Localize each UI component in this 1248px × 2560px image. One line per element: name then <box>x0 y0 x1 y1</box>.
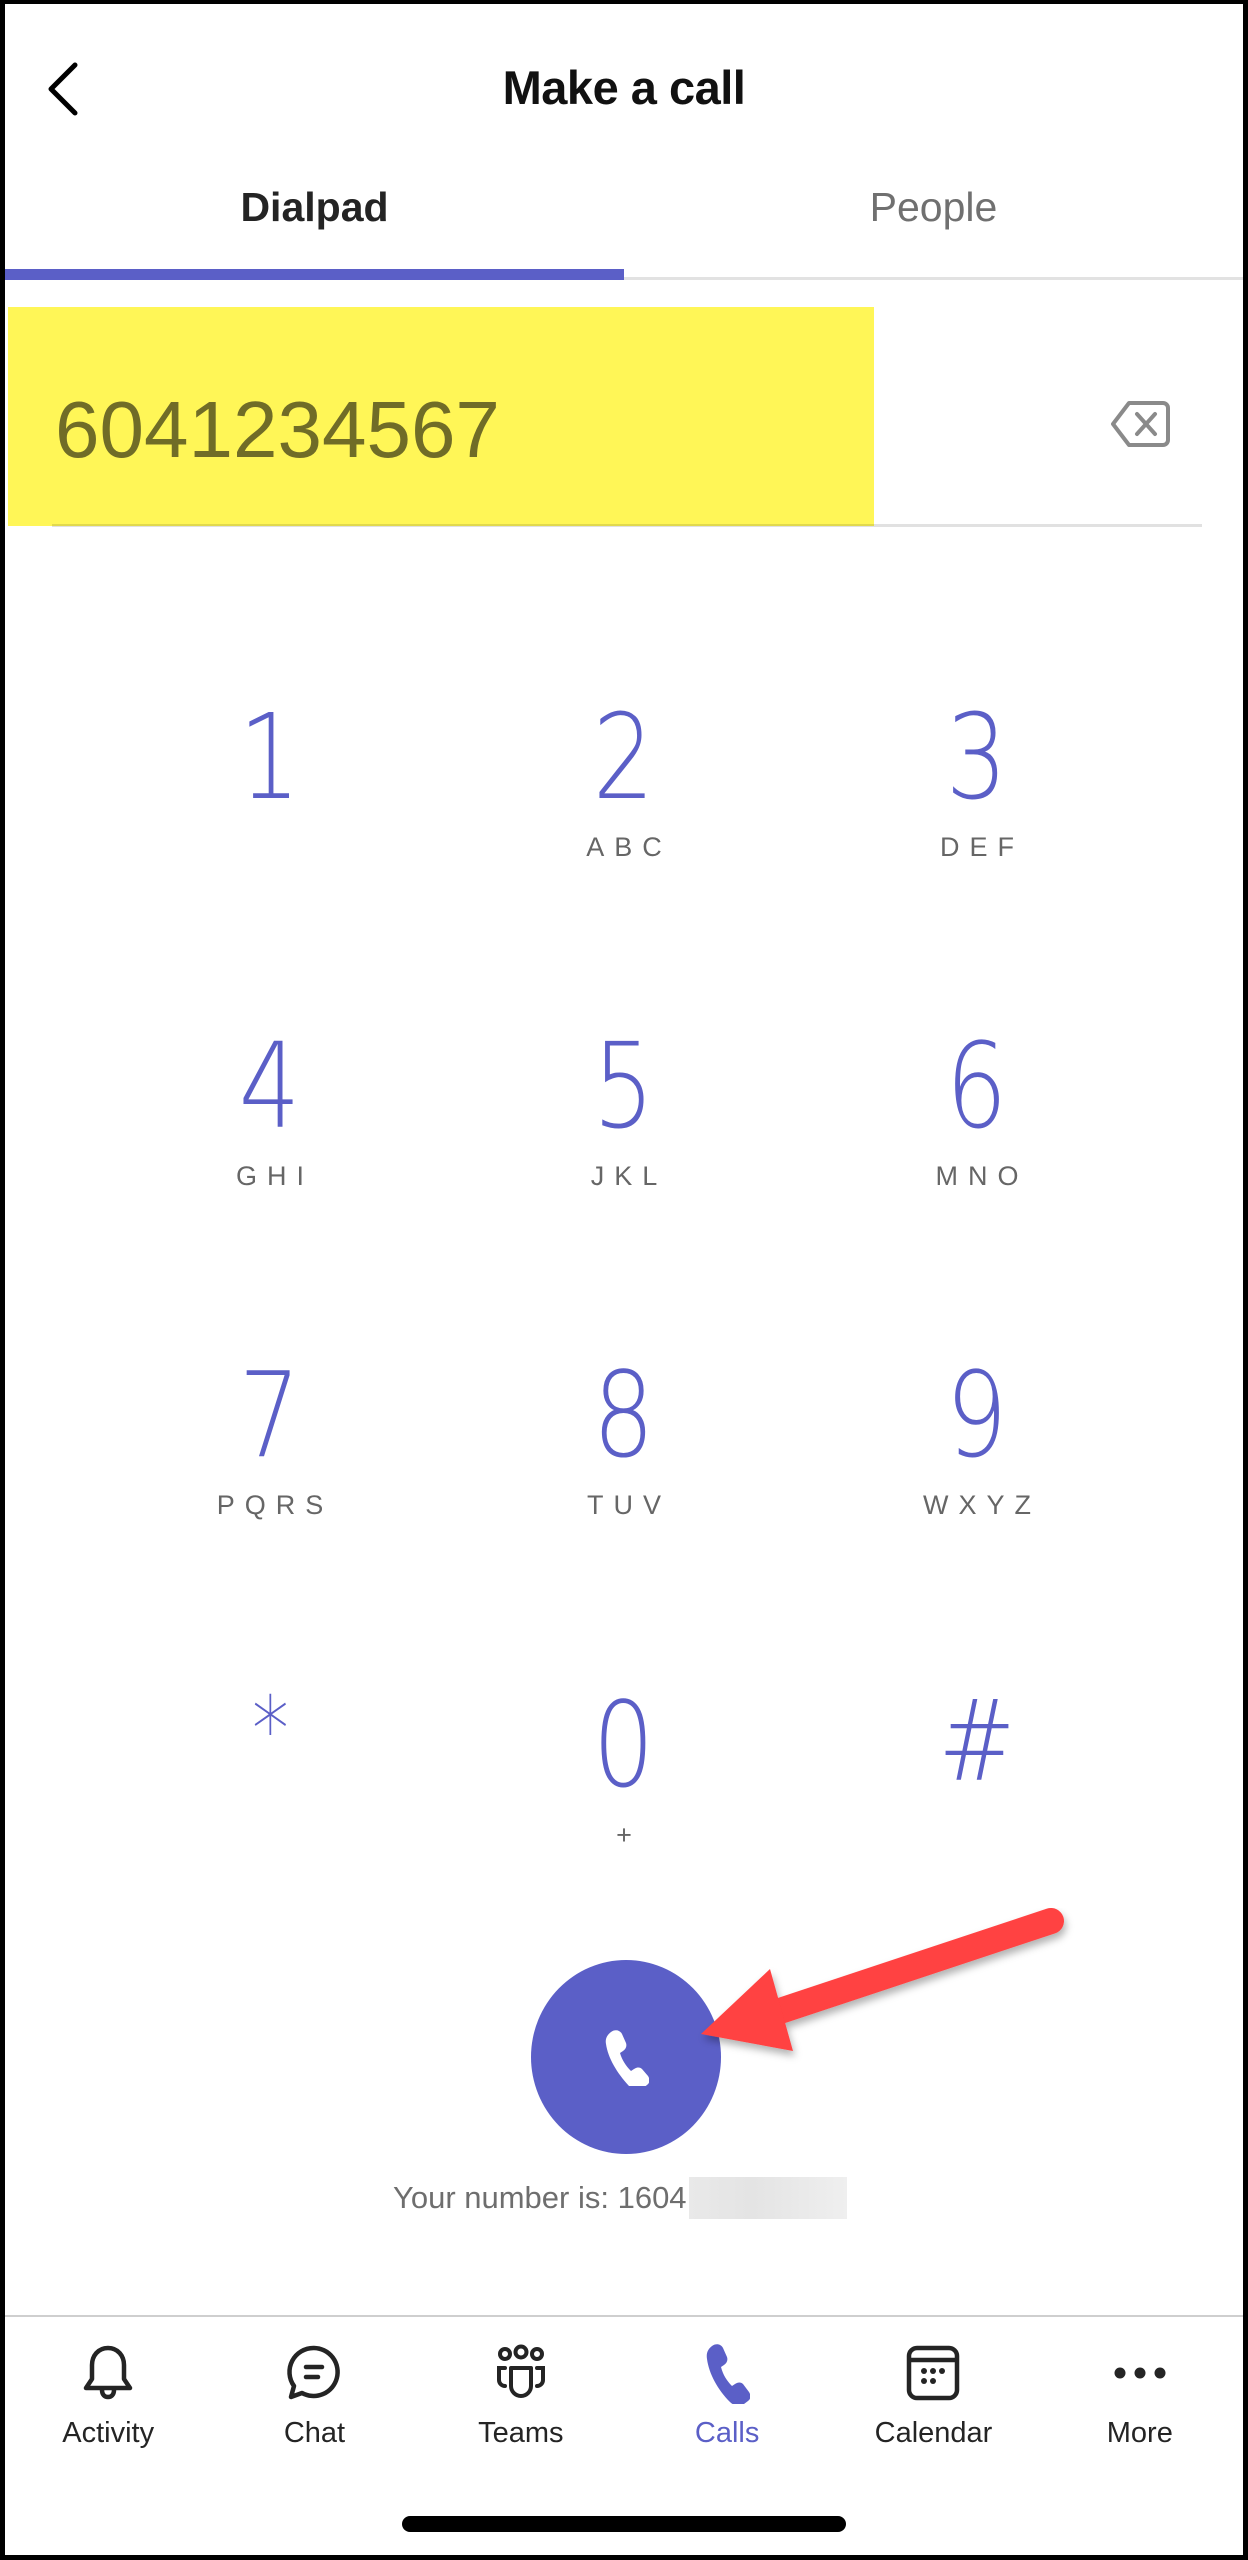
nav-label: More <box>1106 2417 1173 2449</box>
key-digit: 4 <box>239 1017 301 1155</box>
dialpad-key-1[interactable]: 1 <box>140 698 400 948</box>
phone-icon <box>605 2030 649 2086</box>
key-letters: PQRS <box>216 1490 334 1520</box>
tab-dialpad[interactable]: Dialpad <box>5 164 624 280</box>
tab-people[interactable]: People <box>624 164 1243 277</box>
key-digit: 5 <box>593 1017 655 1155</box>
dialpad-key-3[interactable]: 3 DEF <box>847 698 1107 948</box>
key-digit: 0 <box>593 1676 655 1814</box>
key-digit: 2 <box>593 688 655 826</box>
tab-dialpad-label: Dialpad <box>240 184 389 230</box>
key-digit: # <box>938 1677 1016 1807</box>
nav-item-chat[interactable]: Chat <box>211 2317 417 2477</box>
key-digit: * <box>251 1678 289 1783</box>
tab-people-label: People <box>869 184 998 230</box>
key-digit: 8 <box>593 1346 655 1484</box>
key-letters: MNO <box>935 1161 1029 1191</box>
dialpad-key-9[interactable]: 9 WXYZ <box>847 1356 1107 1606</box>
nav-item-activity[interactable]: Activity <box>5 2317 211 2477</box>
dialpad-key-0[interactable]: 0 + <box>494 1686 754 1936</box>
key-digit: 9 <box>946 1346 1008 1484</box>
key-letters: JKL <box>590 1161 668 1191</box>
your-number-label: Your number is: 1604 <box>393 2180 687 2215</box>
key-letters: TUV <box>587 1490 671 1520</box>
backspace-button[interactable] <box>1100 384 1180 464</box>
redacted-number <box>688 2177 847 2219</box>
phone-icon <box>706 2344 751 2404</box>
key-digit: 6 <box>946 1017 1008 1155</box>
tab-active-indicator <box>5 269 624 280</box>
arrow-shape <box>701 1908 1064 2051</box>
dialpad-key-star[interactable]: * <box>140 1686 400 1936</box>
nav-item-calendar[interactable]: Calendar <box>830 2317 1036 2477</box>
phone-number-value: 6041234567 <box>55 385 500 474</box>
key-digit: 7 <box>239 1346 301 1484</box>
home-indicator[interactable] <box>402 2516 846 2532</box>
nav-item-teams[interactable]: Teams <box>418 2317 624 2477</box>
key-letters: ABC <box>586 832 672 862</box>
backspace-icon <box>1111 401 1170 447</box>
bell-icon <box>83 2345 133 2400</box>
your-number-text: Your number is: 1604 <box>393 2177 847 2219</box>
key-letters <box>972 1820 982 1854</box>
key-letters <box>265 1820 275 1854</box>
dialpad-key-8[interactable]: 8 TUV <box>494 1356 754 1606</box>
calendar-icon <box>907 2345 960 2401</box>
nav-label: Teams <box>478 2417 564 2449</box>
dialpad-key-hash[interactable]: # <box>847 1686 1107 1936</box>
key-digit: 3 <box>946 688 1008 826</box>
dialpad-key-6[interactable]: 6 MNO <box>847 1027 1107 1277</box>
bottom-nav: Activity Chat Teams Calls Calendar More <box>5 2315 1243 2477</box>
phone-number-field[interactable]: 6041234567 <box>52 304 1202 527</box>
key-letters: + <box>616 1820 642 1850</box>
tab-bar: Dialpad People <box>5 164 1243 280</box>
teams-icon <box>496 2344 545 2398</box>
chat-icon <box>287 2345 341 2400</box>
nav-item-more[interactable]: More <box>1037 2317 1243 2477</box>
key-letters: GHI <box>235 1161 314 1191</box>
key-letters: DEF <box>940 832 1024 862</box>
key-letters: WXYZ <box>923 1490 1041 1520</box>
nav-label: Activity <box>62 2417 155 2449</box>
make-a-call-screen: Make a call Dialpad People 6041234567 1 … <box>5 4 1243 2555</box>
nav-label: Calls <box>694 2417 760 2449</box>
dialpad-key-4[interactable]: 4 GHI <box>140 1027 400 1277</box>
nav-label: Chat <box>283 2417 346 2449</box>
dialpad-key-7[interactable]: 7 PQRS <box>140 1356 400 1606</box>
dialpad-key-5[interactable]: 5 JKL <box>494 1027 754 1277</box>
nav-item-calls[interactable]: Calls <box>624 2317 830 2477</box>
call-button[interactable] <box>531 1960 721 2154</box>
page-title: Make a call <box>502 61 746 114</box>
more-icon <box>1114 2367 1166 2379</box>
dialpad-key-2[interactable]: 2 ABC <box>494 698 754 948</box>
key-digit: 1 <box>239 688 301 826</box>
nav-label: Calendar <box>874 2417 993 2449</box>
key-letters <box>265 832 275 866</box>
